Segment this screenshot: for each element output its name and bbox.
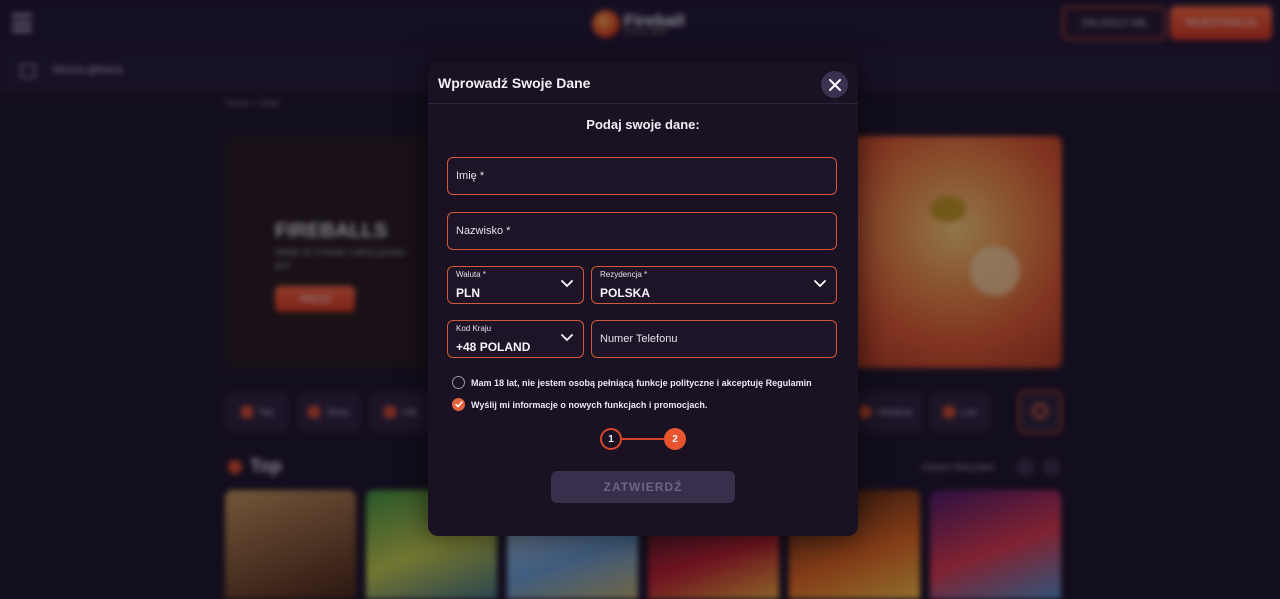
form-subtitle: Podaj swoje dane:	[586, 117, 700, 132]
close-icon	[828, 78, 841, 91]
age-consent-row: Mam 18 lat, nie jestem osobą pełniącą fu…	[452, 376, 812, 389]
phone-input[interactable]	[600, 321, 828, 357]
phone-field[interactable]	[591, 320, 837, 358]
first-name-input[interactable]	[456, 158, 828, 194]
residence-value: POLSKA	[600, 286, 651, 300]
residence-label: Rezydencja *	[600, 270, 648, 279]
country-code-select[interactable]: Kod Kraju +48 POLAND	[447, 320, 584, 358]
country-code-label: Kod Kraju	[456, 324, 492, 333]
step-indicator: 1 2	[600, 428, 688, 450]
submit-button[interactable]: ZATWIERDŹ	[551, 471, 735, 503]
residence-select[interactable]: Rezydencja * POLSKA	[591, 266, 837, 304]
step-1: 1	[600, 428, 622, 450]
first-name-field[interactable]	[447, 157, 837, 195]
marketing-consent-row: Wyślij mi informacje o nowych funkcjach …	[452, 398, 707, 411]
close-button[interactable]	[821, 71, 848, 98]
currency-value: PLN	[456, 286, 480, 300]
marketing-consent-label: Wyślij mi informacje o nowych funkcjach …	[471, 399, 708, 410]
currency-select[interactable]: Waluta * PLN	[447, 266, 584, 304]
step-connector	[622, 438, 664, 440]
modal-title: Wprowadź Swoje Dane	[438, 75, 591, 91]
registration-modal: Wprowadź Swoje Dane Podaj swoje dane: Wa…	[428, 62, 858, 536]
country-code-value: +48 POLAND	[456, 340, 531, 354]
last-name-field[interactable]	[447, 212, 837, 250]
step-2: 2	[664, 428, 686, 450]
age-consent-label: Mam 18 lat, nie jestem osobą pełniącą fu…	[471, 377, 812, 388]
last-name-input[interactable]	[456, 213, 828, 249]
chevron-down-icon	[814, 280, 826, 288]
chevron-down-icon	[561, 334, 573, 342]
age-consent-checkbox[interactable]	[452, 376, 465, 389]
currency-label: Waluta *	[456, 270, 486, 279]
modal-header: Wprowadź Swoje Dane	[428, 62, 858, 104]
chevron-down-icon	[561, 280, 573, 288]
checkmark-icon	[454, 401, 463, 408]
marketing-consent-checkbox[interactable]	[452, 398, 465, 411]
